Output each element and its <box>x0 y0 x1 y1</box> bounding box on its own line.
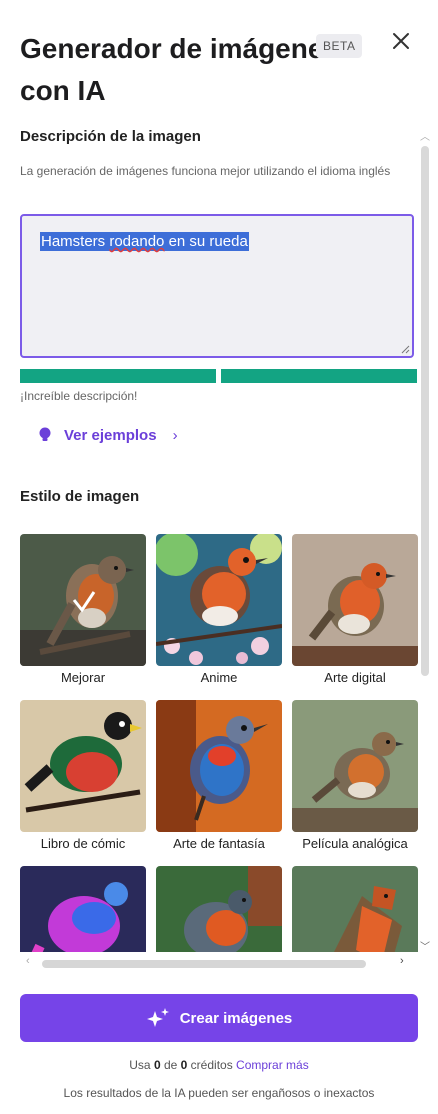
bird-fantasy-image <box>156 700 282 832</box>
quality-bar-segment-2 <box>221 369 417 383</box>
close-icon <box>393 33 409 49</box>
sparkles-icon <box>146 1008 169 1027</box>
style-tile-enhance[interactable] <box>20 534 146 666</box>
style-label-enhance: Mejorar <box>60 670 106 685</box>
style-label-comic: Libro de cómic <box>40 836 126 851</box>
style-tile-comic[interactable] <box>20 700 146 832</box>
style-label-anime: Anime <box>200 670 238 685</box>
style-tile-3d[interactable] <box>156 866 282 952</box>
horizontal-scrollbar-thumb[interactable] <box>42 960 366 968</box>
resize-handle-icon[interactable] <box>400 344 410 354</box>
create-images-button[interactable]: Crear imágenes <box>20 994 418 1042</box>
see-examples-link[interactable]: Ver ejemplos › <box>38 426 178 444</box>
bird-neon-image <box>20 866 146 952</box>
robin-analog-film-image <box>292 700 418 832</box>
credits-used: 0 <box>153 1058 161 1072</box>
scroll-right-arrow[interactable]: › <box>400 955 404 967</box>
style-tile-digital-art[interactable] <box>292 534 418 666</box>
robin-photo-image <box>20 534 146 666</box>
style-label-digital-art: Arte digital <box>324 670 386 685</box>
robin-digital-art-image <box>292 534 418 666</box>
close-button[interactable] <box>390 30 412 52</box>
buy-more-link[interactable]: Comprar más <box>236 1058 309 1072</box>
description-textarea[interactable]: Hamsters rodando en su rueda <box>20 214 414 358</box>
quality-bar-segment-1 <box>20 369 216 383</box>
bird-lowpoly-image <box>292 866 418 952</box>
language-hint: La generación de imágenes funciona mejor… <box>20 164 391 178</box>
style-tile-fantasy[interactable] <box>156 700 282 832</box>
scroll-up-arrow[interactable]: ︿ <box>420 128 430 143</box>
style-tile-anime[interactable] <box>156 534 282 666</box>
beta-badge: BETA <box>316 34 363 58</box>
chevron-right-icon: › <box>172 426 178 444</box>
title-line-2: con IA <box>20 75 106 106</box>
panel-title: Generador de imágenes con IA <box>20 28 320 112</box>
credits-info: Usa 0 de 0 créditos Comprar más <box>129 1058 309 1072</box>
style-label-analog-film: Película analógica <box>302 836 408 851</box>
style-tile-analog-film[interactable] <box>292 700 418 832</box>
see-examples-label: Ver ejemplos <box>64 426 157 444</box>
style-grid: Mejorar Anime Arte digital Libro de cómi… <box>20 534 420 952</box>
style-label-fantasy: Arte de fantasía <box>173 836 265 851</box>
misspelled-word: rodando <box>109 233 165 250</box>
quality-text: ¡Increíble descripción! <box>20 389 138 403</box>
description-label: Descripción de la imagen <box>20 128 201 145</box>
description-value: Hamsters rodando en su rueda <box>40 232 249 251</box>
bird-comic-image <box>20 700 146 832</box>
lightbulb-icon <box>39 427 51 441</box>
image-style-label: Estilo de imagen <box>20 488 140 505</box>
create-images-label: Crear imágenes <box>179 1009 293 1027</box>
bird-3d-image <box>156 866 282 952</box>
style-tile-lowpoly[interactable] <box>292 866 418 952</box>
robin-anime-image <box>156 534 282 666</box>
scroll-left-arrow[interactable]: ‹ <box>26 955 30 967</box>
title-line-1: Generador de imágenes <box>20 33 320 64</box>
vertical-scrollbar-thumb[interactable] <box>421 146 429 676</box>
style-tile-neon[interactable] <box>20 866 146 952</box>
ai-image-generator-panel: Generador de imágenes con IA BETA ︿ ﹀ De… <box>0 0 438 1114</box>
scroll-down-arrow[interactable]: ﹀ <box>420 938 430 953</box>
ai-disclaimer: Los resultados de la IA pueden ser engañ… <box>63 1086 375 1100</box>
